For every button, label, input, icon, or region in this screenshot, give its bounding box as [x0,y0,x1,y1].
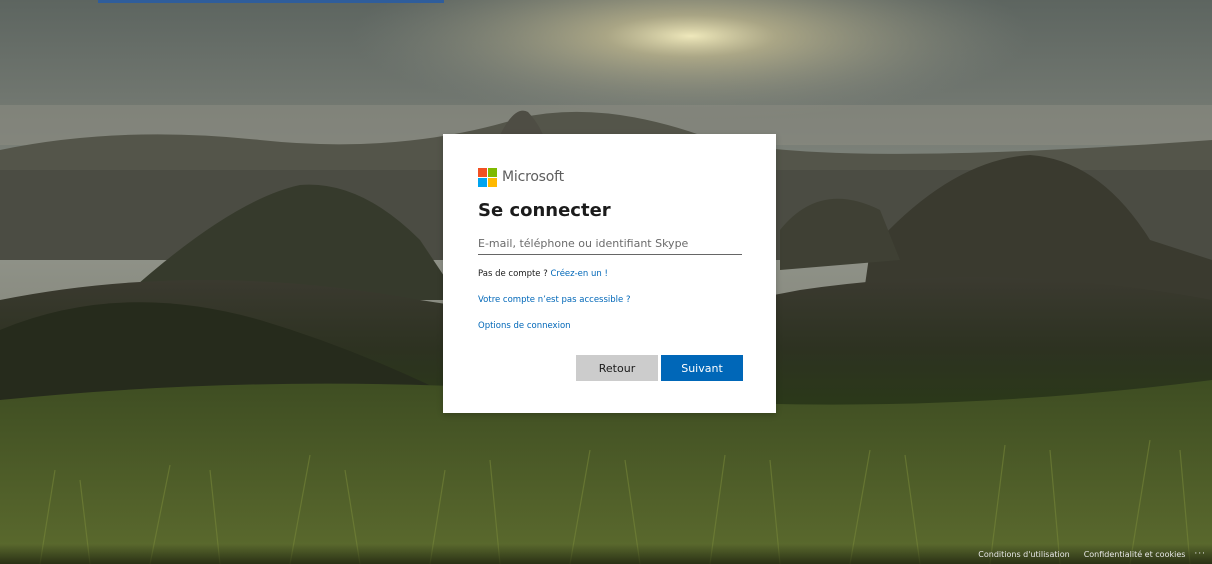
signin-options-line: Options de connexion [478,321,742,331]
logo-square-green [488,167,497,177]
inaccessible-line: Votre compte n’est pas accessible ? [478,295,742,305]
top-progress-strip [98,0,444,3]
logo-square-blue [478,177,487,187]
account-inaccessible-link[interactable]: Votre compte n’est pas accessible ? [478,295,630,305]
action-buttons: Retour Suivant [576,355,743,381]
signin-card: Microsoft Se connecter Pas de compte ? C… [443,134,776,413]
back-button[interactable]: Retour [576,355,658,381]
no-account-line: Pas de compte ? Créez-en un ! [478,269,742,279]
brand-name: Microsoft [502,169,564,185]
page-title: Se connecter [478,200,611,221]
email-field[interactable] [478,233,742,255]
signin-options-link[interactable]: Options de connexion [478,321,571,331]
next-button[interactable]: Suivant [661,355,743,381]
page-footer: Conditions d'utilisation Confidentialité… [0,544,1212,564]
privacy-link[interactable]: Confidentialité et cookies [1084,550,1186,559]
terms-link[interactable]: Conditions d'utilisation [978,550,1069,559]
brand-row: Microsoft [478,166,742,188]
microsoft-logo-icon [478,167,497,187]
logo-square-yellow [488,177,497,187]
more-options-icon[interactable]: ··· [1194,549,1206,559]
create-account-link[interactable]: Créez-en un ! [550,269,607,279]
no-account-text: Pas de compte ? [478,269,548,279]
logo-square-red [478,167,487,177]
